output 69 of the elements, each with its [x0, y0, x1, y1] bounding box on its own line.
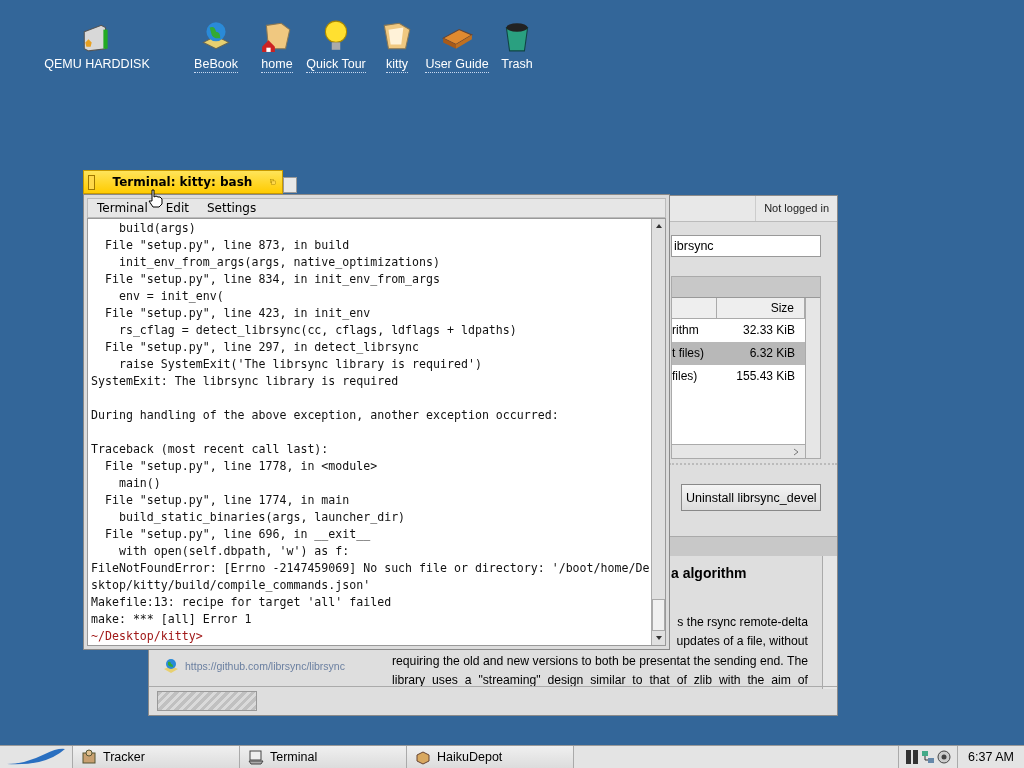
vertical-scrollbar[interactable]	[651, 219, 665, 645]
desktop-icon-label[interactable]: Quick Tour	[306, 57, 366, 73]
login-status[interactable]: Not logged in	[755, 196, 837, 221]
clock[interactable]: 6:37 AM	[957, 746, 1024, 768]
vertical-scrollbar[interactable]	[805, 298, 820, 458]
cpu-meter-icon	[905, 749, 919, 765]
desktop-icon-label[interactable]: kitty	[385, 57, 409, 73]
terminal-line: During handling of the above exception, another exception occurred:	[91, 407, 560, 424]
uninstall-button[interactable]: Uninstall librsync_devel	[681, 484, 821, 511]
desktop-icon-label[interactable]: QEMU HARDDISK	[44, 57, 150, 72]
description-line: library uses a "streaming" design similar to that of zlib with the aim of	[392, 672, 808, 689]
terminal-line: raise SystemExit('The librsync library is required')	[117, 356, 483, 373]
desktop-icon-label[interactable]: BeBook	[194, 57, 238, 73]
terminal-line: File "setup.py", line 696, in __exit__	[103, 526, 372, 543]
scroll-right-icon[interactable]	[793, 448, 799, 456]
vertical-scrollbar[interactable]	[822, 556, 837, 689]
taskbar-item[interactable]: Terminal	[240, 746, 407, 768]
terminal-line: File "setup.py", line 834, in init_env_from_args	[103, 271, 441, 288]
terminal-line: env = init_env(	[117, 288, 225, 305]
terminal-line: build(args)	[117, 220, 197, 237]
terminal-line: File "setup.py", line 1774, in main	[103, 492, 351, 509]
table-cell-text: t files)	[672, 345, 704, 362]
box-icon	[81, 749, 97, 765]
table-cell-text: 155.43 KiB	[736, 368, 795, 385]
terminal-icon	[248, 749, 264, 765]
taskbar-item[interactable]: HaikuDepot	[407, 746, 574, 768]
desktop-icon-label[interactable]: Trash	[501, 57, 533, 72]
table-cell-text: 6.32 KiB	[749, 345, 795, 362]
globe-icon	[163, 658, 179, 674]
terminal-line: File "setup.py", line 297, in detect_librsync	[103, 339, 421, 356]
terminal-line: File "setup.py", line 423, in init_env	[103, 305, 372, 322]
package-title: a algorithm	[671, 565, 747, 581]
horizontal-scrollbar[interactable]	[672, 444, 805, 458]
terminal-line: make: *** [all] Error 1	[91, 611, 253, 628]
table-cell-text: files)	[672, 368, 698, 385]
table-cell-text: rithm	[672, 322, 699, 339]
terminal-line: build_static_binaries(args, launcher_dir)	[117, 509, 407, 526]
scroll-thumb[interactable]	[652, 599, 665, 631]
window-tab[interactable]	[283, 177, 297, 193]
terminal-line: FileNotFoundError: [Errno -2147459069] No such file or directory: '/boot/home/De	[91, 560, 651, 577]
terminal-line: Traceback (most recent call last):	[91, 441, 330, 458]
terminal-line: SystemExit: The librsync library is required	[91, 373, 400, 390]
window-tab[interactable]: Terminal: kitty: bash	[83, 170, 283, 194]
shell-prompt: ~/Desktop/kitty>	[91, 628, 204, 645]
scroll-up-icon[interactable]	[654, 223, 663, 229]
table-cell-text: 32.33 KiB	[742, 322, 795, 339]
network-icon	[921, 749, 935, 765]
terminal-line: init_env_from_args(args, native_optimizations)	[117, 254, 441, 271]
terminal-line: sktop/kitty/build/compile_commands.json'	[91, 577, 372, 594]
desktop-icon-label[interactable]: User Guide	[425, 57, 489, 73]
description-line: requiring the old and new versions to both be presentat the sending end. The	[392, 653, 808, 670]
search-field[interactable]: ibrsync	[671, 235, 821, 257]
desktop-icon-label[interactable]: home	[261, 57, 293, 73]
terminal-line: rs_cflag = detect_librsync(cc, cflags, ldflags + ldpaths)	[117, 322, 518, 339]
terminal-line: main()	[117, 475, 162, 492]
close-button[interactable]	[88, 174, 95, 190]
terminal-line: File "setup.py", line 873, in build	[103, 237, 351, 254]
terminal-line: with open(self.dbpath, 'w') as f:	[117, 543, 351, 560]
speaker-icon	[937, 749, 951, 765]
terminal-line: Makefile:13: recipe for target 'all' failed	[91, 594, 393, 611]
description-line: s the rsync remote-delta	[677, 614, 808, 631]
menu-item[interactable]: Settings	[197, 201, 266, 215]
terminal-line: File "setup.py", line 1778, in <module>	[103, 458, 379, 475]
package-icon	[415, 749, 431, 765]
window-title: Terminal: kitty: bash	[112, 175, 253, 189]
taskbar-item[interactable]: Tracker	[73, 746, 240, 768]
list-row[interactable]: t files) 6.32 KiB	[672, 342, 805, 365]
scroll-down-icon[interactable]	[654, 635, 663, 641]
description-line: updates of a file, without	[676, 633, 808, 650]
